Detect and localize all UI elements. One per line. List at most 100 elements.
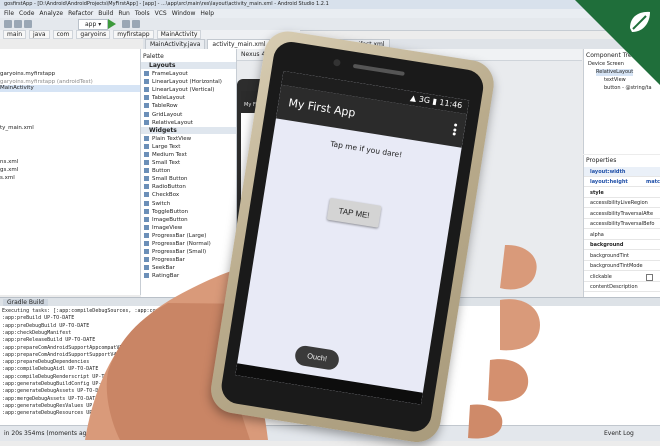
project-tree-item[interactable]: ns.xml bbox=[0, 159, 18, 166]
editor-tab[interactable]: activity_main.xml bbox=[207, 39, 271, 49]
palette-item[interactable]: Large Text bbox=[144, 143, 180, 151]
palette-item[interactable]: Button bbox=[144, 167, 170, 175]
property-row[interactable]: background bbox=[584, 240, 660, 250]
palette-panel: Palette Layouts FrameLayout LinearLayout (H… bbox=[141, 49, 237, 297]
palette-item[interactable]: RelativeLayout bbox=[144, 119, 193, 127]
palette-item[interactable]: ProgressBar (Small) bbox=[144, 248, 206, 256]
console-line: :app:compileDebugAidl UP-TO-DATE bbox=[2, 366, 99, 373]
debug-icon[interactable] bbox=[122, 20, 130, 28]
breadcrumb-item[interactable]: java bbox=[29, 30, 50, 39]
project-tree-item[interactable]: gs.xml bbox=[0, 167, 18, 174]
console-line: :app:compileDebugRenderscript UP-TO-DATE bbox=[2, 373, 123, 380]
open-icon[interactable] bbox=[4, 20, 12, 28]
palette-item[interactable]: ImageView bbox=[144, 224, 182, 232]
property-row[interactable]: alpha bbox=[584, 230, 660, 240]
palette-title: Palette bbox=[143, 53, 164, 60]
breadcrumb-item[interactable]: MainActivity bbox=[156, 30, 202, 39]
phone-screen: ▲ 3G ▮ 11:46 My First App Tap me if you … bbox=[235, 70, 470, 405]
editor-tab[interactable]: MainActivity.java bbox=[145, 39, 206, 49]
palette-item[interactable]: Small Button bbox=[144, 175, 187, 183]
palette-item[interactable]: ImageButton bbox=[144, 216, 188, 224]
project-tree-item[interactable]: s.xml bbox=[0, 175, 15, 182]
console-line: :app:generateDebugResValues UP-TO-DATE bbox=[2, 402, 117, 409]
palette-item[interactable]: GridLayout bbox=[144, 111, 182, 119]
breadcrumb-item[interactable]: main bbox=[3, 30, 26, 39]
breadcrumb-item[interactable]: myfirstapp bbox=[113, 30, 154, 39]
property-name: style bbox=[590, 189, 604, 196]
widget-icon bbox=[144, 119, 149, 125]
menu-run[interactable]: Run bbox=[118, 10, 130, 17]
palette-item[interactable]: CheckBox bbox=[144, 191, 179, 199]
clickable-checkbox[interactable] bbox=[646, 273, 653, 281]
palette-item[interactable]: FrameLayout bbox=[144, 70, 188, 78]
palette-item[interactable]: Small Text bbox=[144, 159, 180, 167]
save-icon[interactable] bbox=[14, 20, 22, 28]
menu-tools[interactable]: Tools bbox=[135, 10, 150, 17]
property-name: accessibilityLiveRegion bbox=[590, 200, 648, 206]
toast-message: Ouch! bbox=[293, 344, 341, 372]
breadcrumb-item[interactable]: garyoins bbox=[76, 30, 111, 39]
component-tree-item[interactable]: button - @string/ta bbox=[604, 85, 652, 92]
property-name: backgroundTint bbox=[590, 252, 629, 259]
project-tree-item[interactable]: MainActivity bbox=[0, 85, 140, 92]
menu-refactor[interactable]: Refactor bbox=[68, 10, 93, 17]
palette-item[interactable]: TableLayout bbox=[144, 94, 185, 102]
avd-manager-icon[interactable] bbox=[132, 20, 140, 28]
run-config-select[interactable]: app ▾ bbox=[78, 19, 109, 30]
property-name: backgroundTintMode bbox=[590, 263, 643, 269]
palette-item[interactable]: Switch bbox=[144, 200, 170, 208]
console-line: :app:generateDebugAssets UP-TO-DATE bbox=[2, 388, 108, 395]
menu-analyze[interactable]: Analyze bbox=[39, 10, 63, 17]
palette-item[interactable]: RadioButton bbox=[144, 183, 186, 191]
breadcrumb-item[interactable]: com bbox=[52, 30, 74, 39]
property-row[interactable]: clickable bbox=[584, 272, 660, 282]
property-row[interactable]: contentDescription bbox=[584, 282, 660, 292]
widget-icon bbox=[144, 192, 149, 198]
terminal-tab[interactable]: Terminal bbox=[144, 426, 169, 441]
palette-item[interactable]: ProgressBar (Normal) bbox=[144, 240, 211, 248]
property-value[interactable]: match bbox=[646, 177, 660, 187]
property-row[interactable]: backgroundTint bbox=[584, 251, 660, 261]
palette-item[interactable]: ProgressBar bbox=[144, 256, 185, 264]
tap-me-button[interactable]: TAP ME! bbox=[326, 197, 382, 228]
property-row[interactable]: style bbox=[584, 188, 660, 198]
palette-item[interactable]: TableRow bbox=[144, 102, 178, 110]
palette-item[interactable]: RatingBar bbox=[144, 272, 179, 280]
console-line: :app:prepareComAndroidSupportAppcompatV7… bbox=[2, 344, 156, 351]
palette-item[interactable]: Medium Text bbox=[144, 151, 187, 159]
property-name: background bbox=[590, 242, 624, 248]
menu-window[interactable]: Window bbox=[172, 10, 196, 17]
property-row[interactable]: accessibilityLiveRegion bbox=[584, 198, 660, 208]
property-row[interactable]: accessibilityTraversalAfte bbox=[584, 209, 660, 219]
widget-icon bbox=[144, 71, 149, 76]
project-tree-item[interactable]: garyoins.myfirstapp bbox=[0, 71, 55, 78]
property-row[interactable]: layout:width bbox=[584, 167, 660, 177]
palette-item[interactable]: SeekBar bbox=[144, 264, 175, 272]
palette-section-header[interactable]: Widgets bbox=[141, 126, 236, 134]
sync-icon[interactable] bbox=[24, 20, 32, 28]
property-row[interactable]: layout:height match bbox=[584, 177, 660, 187]
project-tree-item[interactable]: ty_main.xml bbox=[0, 125, 34, 132]
menu-code[interactable]: Code bbox=[19, 10, 34, 17]
palette-item[interactable]: ProgressBar (Large) bbox=[144, 232, 206, 240]
menu-help[interactable]: Help bbox=[200, 10, 214, 17]
palette-item[interactable]: LinearLayout (Horizontal) bbox=[144, 78, 222, 86]
palette-item[interactable]: Plain TextView bbox=[144, 135, 191, 143]
palette-item[interactable]: LinearLayout (Vertical) bbox=[144, 86, 214, 94]
property-name: clickable bbox=[590, 273, 612, 280]
status-time: 11:46 bbox=[438, 97, 463, 111]
property-name: alpha bbox=[590, 231, 604, 238]
widget-icon bbox=[144, 176, 149, 182]
run-icon[interactable] bbox=[108, 19, 116, 29]
palette-item[interactable]: ToggleButton bbox=[144, 208, 188, 216]
property-row[interactable]: accessibilityTraversalBefo bbox=[584, 219, 660, 229]
menu-file[interactable]: File bbox=[4, 10, 14, 17]
palette-section-header[interactable]: Layouts bbox=[141, 62, 236, 69]
overflow-menu-icon[interactable] bbox=[452, 123, 458, 136]
event-log-tab[interactable]: Event Log bbox=[604, 426, 634, 441]
console-line: :app:preDebugBuild UP-TO-DATE bbox=[2, 322, 90, 329]
menu-build[interactable]: Build bbox=[98, 10, 113, 17]
property-row[interactable]: backgroundTintMode bbox=[584, 261, 660, 271]
menu-vcs[interactable]: VCS bbox=[155, 10, 167, 17]
app-title: My First App bbox=[287, 96, 357, 120]
